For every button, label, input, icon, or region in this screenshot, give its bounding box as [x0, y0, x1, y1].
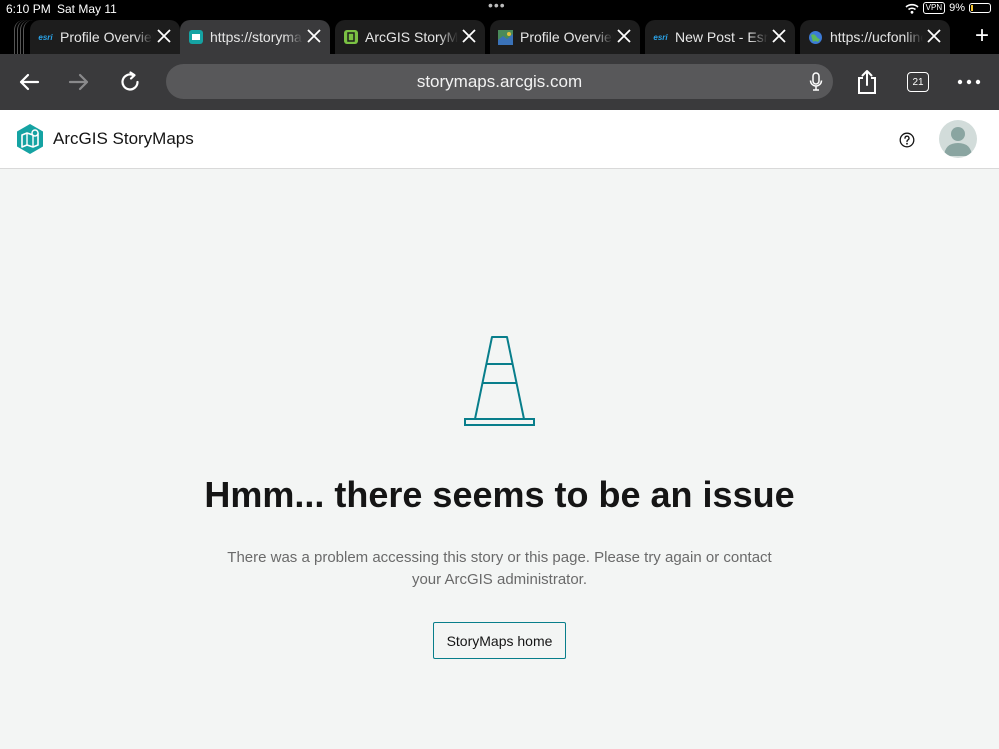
forward-button[interactable] [65, 68, 93, 96]
close-tab-icon[interactable] [771, 28, 787, 44]
error-heading: Hmm... there seems to be an issue [204, 474, 795, 515]
status-bar: 6:10 PM Sat May 11 ••• VPN 9% [0, 0, 999, 18]
tab-count-badge: 21 [907, 72, 929, 92]
help-icon[interactable] [899, 132, 915, 148]
tab-title: Profile Overview [60, 29, 153, 45]
close-tab-icon[interactable] [306, 28, 322, 44]
close-tab-icon[interactable] [156, 28, 172, 44]
tab-profile-overview-2[interactable]: Profile Overview [490, 20, 640, 54]
tab-storymaps-url[interactable]: https://storymaps.arcgis.com [180, 20, 330, 54]
user-avatar[interactable] [939, 120, 977, 158]
arrow-right-icon [68, 73, 89, 91]
status-indicators: VPN 9% [905, 2, 991, 14]
new-tab-plus-icon[interactable]: + [975, 24, 989, 48]
tab-profile-overview[interactable]: esri Profile Overview [30, 20, 180, 54]
share-button[interactable] [853, 68, 881, 96]
error-page: Hmm... there seems to be an issue There … [0, 170, 999, 749]
tab-title: https://storymaps.arcgis.com [210, 29, 303, 45]
more-dots-icon [957, 79, 981, 85]
address-bar[interactable]: storymaps.arcgis.com [166, 64, 833, 99]
esri-icon: esri [38, 32, 53, 42]
tab-strip: esri Profile Overview https://storymaps.… [0, 18, 999, 54]
back-button[interactable] [15, 68, 43, 96]
storymaps-home-button[interactable]: StoryMaps home [433, 622, 566, 659]
traffic-cone-icon [464, 336, 535, 426]
battery-percent: 9% [949, 2, 965, 14]
arrow-left-icon [19, 73, 40, 91]
brand-name: ArcGIS StoryMaps [53, 129, 194, 148]
esri-icon: esri [653, 32, 668, 42]
battery-icon [969, 3, 991, 13]
more-menu-button[interactable] [955, 68, 983, 96]
brand-link[interactable]: ArcGIS StoryMaps [16, 124, 194, 154]
microphone-icon[interactable] [809, 72, 823, 91]
tab-title: https://ucfonline.ucf.edu [830, 29, 923, 45]
close-tab-icon[interactable] [461, 28, 477, 44]
vpn-badge: VPN [922, 2, 946, 14]
tab-title: Profile Overview [520, 29, 613, 45]
multitasking-dots-icon[interactable]: ••• [488, 0, 506, 13]
map-thumbnail-icon [498, 29, 513, 45]
reload-icon [121, 71, 139, 91]
close-tab-icon[interactable] [616, 28, 632, 44]
address-bar-url: storymaps.arcgis.com [416, 71, 583, 91]
wifi-icon [905, 3, 919, 14]
tab-new-post[interactable]: esri New Post - Esri Community [645, 20, 795, 54]
tab-overview-button[interactable]: 21 [904, 68, 932, 96]
status-time: 6:10 PM [6, 2, 51, 16]
tab-title: ArcGIS StoryMaps [365, 29, 458, 45]
user-silhouette-icon [944, 127, 972, 156]
status-date: Sat May 11 [57, 2, 117, 16]
globe-icon [808, 30, 823, 45]
error-message: There was a problem accessing this story… [227, 549, 772, 588]
reload-button[interactable] [116, 68, 144, 96]
tab-title: New Post - Esri Community [675, 29, 768, 45]
close-tab-icon[interactable] [926, 28, 942, 44]
share-icon [858, 70, 876, 94]
tab-ucfonline[interactable]: https://ucfonline.ucf.edu [800, 20, 950, 54]
site-header: ArcGIS StoryMaps [0, 110, 999, 169]
arcgis-storymaps-icon [343, 30, 358, 45]
tab-arcgis-storymaps[interactable]: ArcGIS StoryMaps [335, 20, 485, 54]
storymaps-logo-icon [17, 124, 43, 154]
storymaps-icon [188, 30, 203, 45]
browser-toolbar: storymaps.arcgis.com 21 [0, 54, 999, 110]
